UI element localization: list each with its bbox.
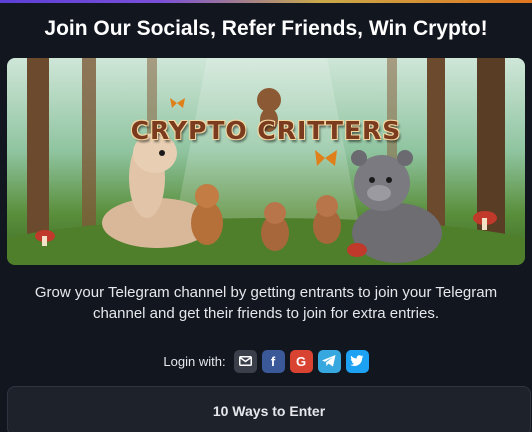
login-options: Login with: f G: [0, 348, 532, 374]
banner-logo-text: CRYPTO CRITTERS: [130, 116, 402, 145]
google-login-button[interactable]: G: [289, 349, 313, 373]
twitter-icon: [350, 355, 364, 366]
forest-scene-illustration: [7, 58, 525, 265]
google-icon: G: [296, 353, 307, 369]
ways-to-enter-title: 10 Ways to Enter: [212, 403, 326, 419]
envelope-icon: [238, 356, 252, 366]
facebook-icon: f: [270, 353, 276, 369]
accent-bar: [0, 0, 532, 3]
twitter-login-button[interactable]: [345, 349, 369, 373]
email-login-button[interactable]: [233, 349, 257, 373]
telegram-icon: [322, 355, 336, 367]
login-label: Login with:: [163, 353, 226, 369]
page-title: Join Our Socials, Refer Friends, Win Cry…: [44, 17, 488, 40]
ways-to-enter-card[interactable]: 10 Ways to Enter: [7, 386, 531, 432]
campaign-description: Grow your Telegram channel by getting en…: [34, 284, 498, 322]
telegram-login-button[interactable]: [317, 349, 341, 373]
facebook-login-button[interactable]: f: [261, 349, 285, 373]
campaign-banner-image: CRYPTO CRITTERS: [7, 58, 525, 265]
